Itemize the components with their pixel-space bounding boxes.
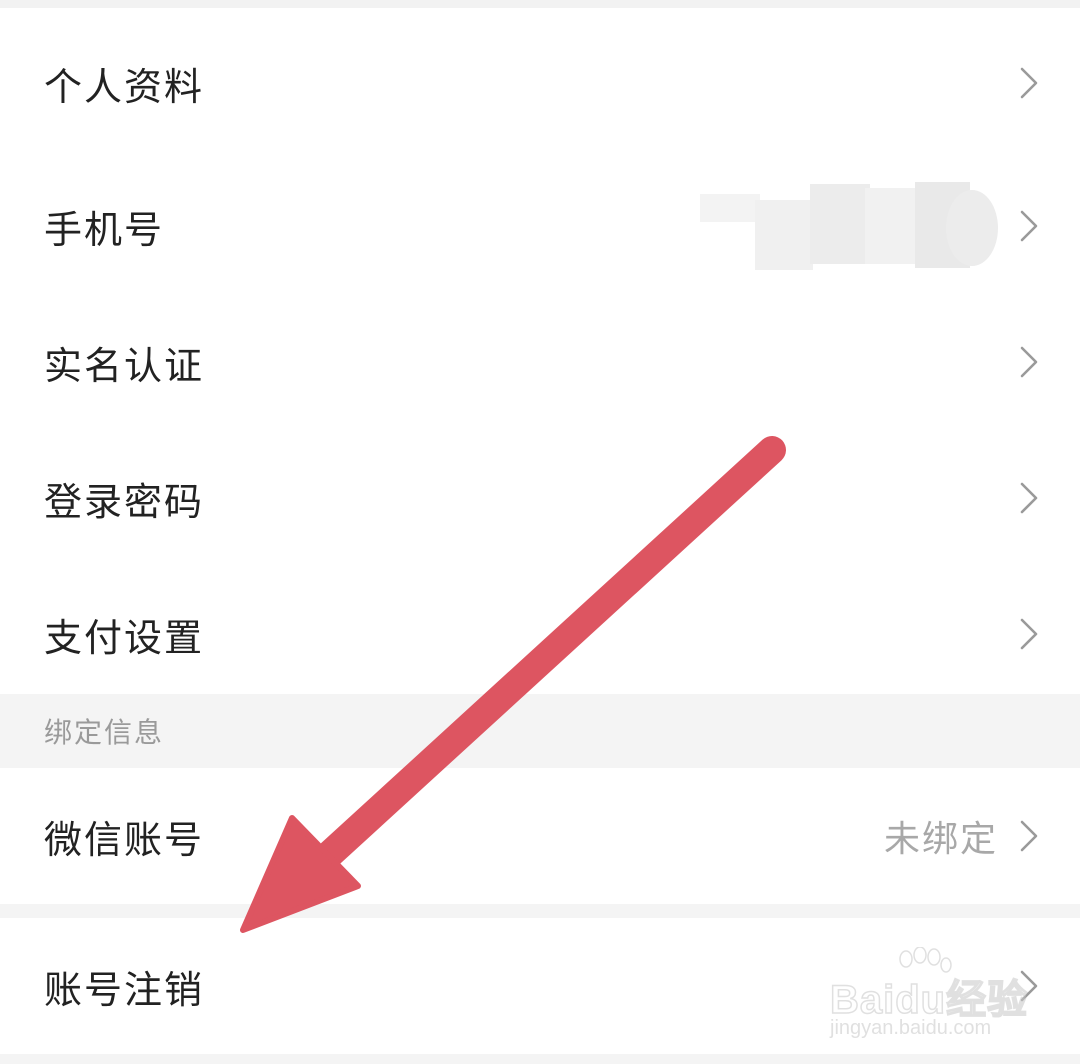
chevron-right-icon <box>1018 208 1040 244</box>
chevron-right-icon <box>1018 344 1040 380</box>
settings-group-account: 个人资料 手机号 实名认证 登录密码 支付设置 <box>0 8 1080 694</box>
settings-row-wechat[interactable]: 微信账号 未绑定 <box>0 768 1080 904</box>
chevron-right-icon <box>1018 616 1040 652</box>
chevron-right-icon <box>1018 480 1040 516</box>
settings-row-label: 个人资料 <box>44 64 205 109</box>
section-header-binding: 绑定信息 <box>0 694 1080 768</box>
settings-row-label: 支付设置 <box>44 615 205 660</box>
settings-row-label: 微信账号 <box>44 817 205 862</box>
top-divider <box>0 0 1080 8</box>
settings-group-binding: 微信账号 未绑定 <box>0 768 1080 904</box>
settings-row-phone[interactable]: 手机号 <box>0 158 1080 294</box>
section-title: 绑定信息 <box>44 716 165 749</box>
settings-row-label: 登录密码 <box>44 479 205 524</box>
settings-row-real-name[interactable]: 实名认证 <box>0 294 1080 430</box>
settings-group-cancel: 账号注销 <box>0 918 1080 1054</box>
settings-row-label: 实名认证 <box>44 343 205 388</box>
chevron-right-icon <box>1018 968 1040 1004</box>
settings-row-profile[interactable]: 个人资料 <box>0 8 1080 158</box>
settings-row-login-password[interactable]: 登录密码 <box>0 430 1080 566</box>
settings-row-label: 账号注销 <box>44 967 205 1012</box>
chevron-right-icon <box>1018 818 1040 854</box>
chevron-right-icon <box>1018 65 1040 101</box>
settings-row-payment[interactable]: 支付设置 <box>0 566 1080 702</box>
wechat-bind-status: 未绑定 <box>883 819 998 860</box>
settings-row-account-cancel[interactable]: 账号注销 <box>0 918 1080 1054</box>
settings-row-label: 手机号 <box>44 207 165 252</box>
